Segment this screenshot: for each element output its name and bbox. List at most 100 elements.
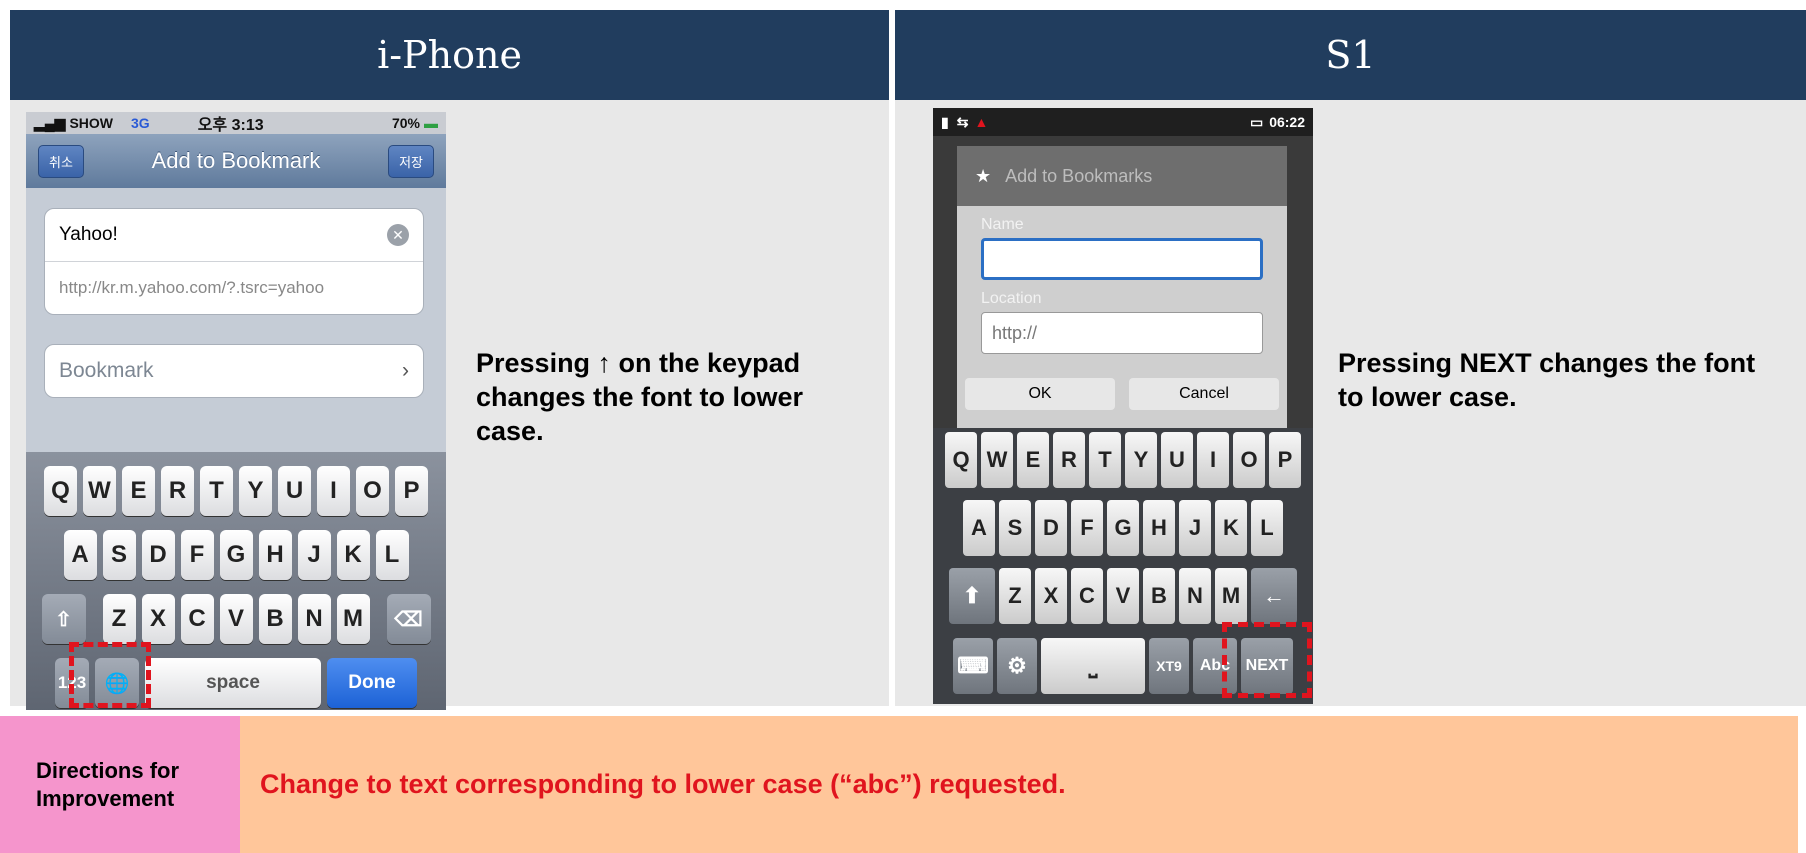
key-b[interactable]: B	[1143, 568, 1175, 624]
s1-kb-row1: Q W E R T Y U I O P	[933, 432, 1313, 488]
xt9-key[interactable]: XT9	[1149, 638, 1189, 694]
time-label: 오후 3:13	[197, 117, 264, 134]
key-w[interactable]: W	[83, 466, 116, 516]
sd-card-icon: ▮	[941, 113, 949, 130]
header-s1-title: S1	[1325, 33, 1376, 77]
done-key[interactable]: Done	[327, 658, 417, 708]
shift-arrow-icon[interactable]: ⇧	[41, 594, 86, 644]
s1-description: Pressing NEXT changes the font to lower …	[1338, 348, 1756, 412]
cancel-button[interactable]: Cancel	[1129, 378, 1279, 410]
dialog-title-bar: ★ Add to Bookmarks	[957, 146, 1287, 206]
key-x[interactable]: X	[141, 594, 175, 644]
ok-button[interactable]: OK	[965, 378, 1115, 410]
key-a[interactable]: A	[963, 500, 995, 556]
cancel-button[interactable]: 취소	[38, 144, 84, 178]
key-c[interactable]: C	[180, 594, 214, 644]
key-f[interactable]: F	[180, 530, 214, 580]
key-p[interactable]: P	[1269, 432, 1301, 488]
key-s[interactable]: S	[102, 530, 136, 580]
url-field[interactable]: http://kr.m.yahoo.com/?.tsrc=yahoo	[45, 262, 423, 314]
key-u[interactable]: U	[278, 466, 311, 516]
key-j[interactable]: J	[1179, 500, 1211, 556]
shift-arrow-icon[interactable]: ⬆	[949, 568, 995, 624]
key-t[interactable]: T	[200, 466, 233, 516]
key-w[interactable]: W	[981, 432, 1013, 488]
iphone-description: Pressing ↑ on the keypad changes the fon…	[476, 348, 804, 446]
key-t[interactable]: T	[1089, 432, 1121, 488]
key-v[interactable]: V	[1107, 568, 1139, 624]
key-x[interactable]: X	[1035, 568, 1067, 624]
key-n[interactable]: N	[297, 594, 331, 644]
key-o[interactable]: O	[1233, 432, 1265, 488]
key-h[interactable]: H	[258, 530, 292, 580]
key-k[interactable]: K	[336, 530, 370, 580]
key-e[interactable]: E	[1017, 432, 1049, 488]
location-field[interactable]: http://	[981, 312, 1263, 354]
key-a[interactable]: A	[63, 530, 97, 580]
key-f[interactable]: F	[1071, 500, 1103, 556]
space-key[interactable]: space	[145, 658, 321, 708]
carrier-label: SHOW	[69, 115, 114, 131]
save-button[interactable]: 저장	[388, 144, 434, 178]
header-s1: S1	[895, 10, 1806, 100]
title-field-value: Yahoo!	[59, 224, 118, 245]
key-l[interactable]: L	[1251, 500, 1283, 556]
backspace-icon[interactable]: ←	[1251, 568, 1297, 624]
key-d[interactable]: D	[1035, 500, 1067, 556]
name-field[interactable]	[981, 238, 1263, 280]
improvement-text: Change to text corresponding to lower ca…	[260, 769, 1066, 799]
key-l[interactable]: L	[375, 530, 409, 580]
keyboard-icon[interactable]: ⌨	[953, 638, 993, 694]
key-d[interactable]: D	[141, 530, 175, 580]
key-c[interactable]: C	[1071, 568, 1103, 624]
key-e[interactable]: E	[122, 466, 155, 516]
key-n[interactable]: N	[1179, 568, 1211, 624]
folder-label: Bookmark	[59, 359, 154, 382]
key-m[interactable]: M	[1215, 568, 1247, 624]
iphone-screenshot: ▂▄▆ SHOW 3G 오후 3:13 70% ▬ 취소 Add to Book…	[26, 112, 446, 710]
improvement-text-box: Change to text corresponding to lower ca…	[240, 716, 1798, 853]
key-k[interactable]: K	[1215, 500, 1247, 556]
key-p[interactable]: P	[395, 466, 428, 516]
title-field[interactable]: Yahoo! ✕	[45, 209, 423, 262]
iphone-status-bar: ▂▄▆ SHOW 3G 오후 3:13 70% ▬	[26, 112, 446, 134]
key-s[interactable]: S	[999, 500, 1031, 556]
improvement-label: Directions for Improvement	[36, 757, 180, 811]
header-iphone: i-Phone	[10, 10, 889, 100]
key-m[interactable]: M	[336, 594, 370, 644]
s1-status-bar: ▮ ⇆ ▲ ▭ 06:22	[933, 108, 1313, 136]
key-r[interactable]: R	[161, 466, 194, 516]
clear-icon[interactable]: ✕	[387, 224, 409, 246]
key-y[interactable]: Y	[1125, 432, 1157, 488]
key-j[interactable]: J	[297, 530, 331, 580]
battery-icon: ▬	[424, 115, 438, 131]
key-q[interactable]: Q	[945, 432, 977, 488]
key-r[interactable]: R	[1053, 432, 1085, 488]
key-o[interactable]: O	[356, 466, 389, 516]
key-g[interactable]: G	[1107, 500, 1139, 556]
chevron-right-icon: ›	[402, 359, 409, 382]
key-i[interactable]: I	[1197, 432, 1229, 488]
s1-kb-row2: A S D F G H J K L	[933, 500, 1313, 556]
usb-icon: ⇆	[956, 113, 969, 130]
key-q[interactable]: Q	[44, 466, 77, 516]
key-v[interactable]: V	[219, 594, 253, 644]
backspace-icon[interactable]: ⌫	[386, 594, 431, 644]
s1-kb-row3: ⬆ Z X C V B N M ←	[933, 568, 1313, 624]
key-g[interactable]: G	[219, 530, 253, 580]
dialog-buttons: OK Cancel	[965, 378, 1279, 410]
network-label: 3G	[131, 115, 150, 131]
key-z[interactable]: Z	[999, 568, 1031, 624]
dialog-title: Add to Bookmarks	[1005, 165, 1153, 186]
key-z[interactable]: Z	[102, 594, 136, 644]
key-i[interactable]: I	[317, 466, 350, 516]
battery-icon: ▭	[1249, 113, 1264, 130]
gear-icon[interactable]: ⚙	[997, 638, 1037, 694]
key-y[interactable]: Y	[239, 466, 272, 516]
key-b[interactable]: B	[258, 594, 292, 644]
folder-row[interactable]: Bookmark ›	[44, 344, 424, 398]
space-bar-icon[interactable]: ⎵	[1041, 638, 1145, 694]
key-u[interactable]: U	[1161, 432, 1193, 488]
add-bookmark-dialog: ★ Add to Bookmarks Name Location http://…	[957, 146, 1287, 466]
key-h[interactable]: H	[1143, 500, 1175, 556]
